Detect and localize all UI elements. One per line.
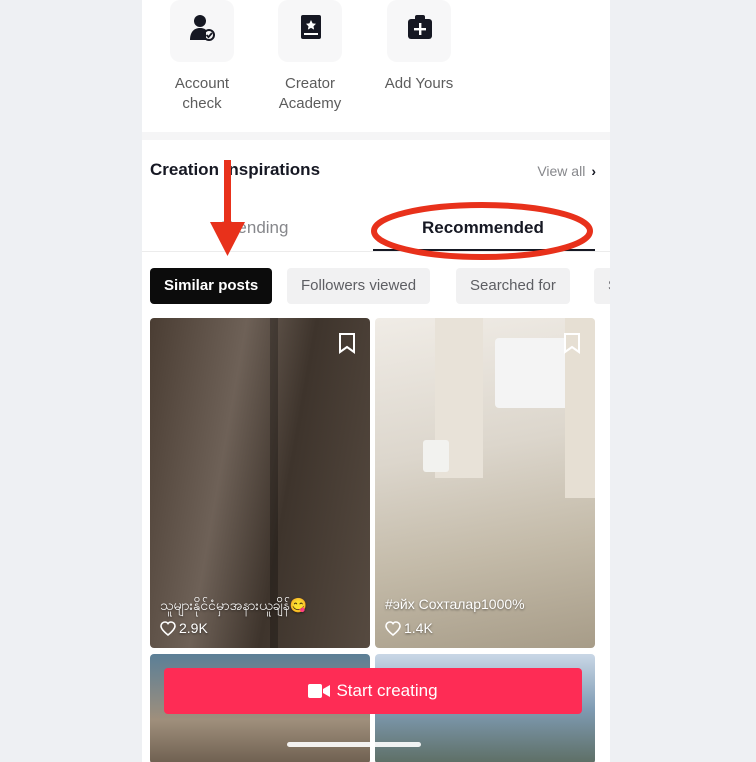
- heart-icon: [160, 621, 176, 637]
- video-camera-icon: [308, 684, 331, 698]
- chevron-right-icon: ›: [591, 163, 596, 179]
- start-creating-label: Start creating: [336, 681, 438, 700]
- filter-similar-posts[interactable]: Similar posts: [150, 268, 273, 304]
- section-title: Creation inspirations: [150, 160, 321, 179]
- filter-partial[interactable]: S: [594, 268, 610, 304]
- tab-divider: [142, 251, 610, 252]
- bookmark-icon[interactable]: [338, 332, 356, 354]
- account-check-icon: [170, 0, 234, 62]
- tool-creator-academy[interactable]: Creator Academy: [260, 0, 360, 114]
- tab-trending[interactable]: Trending: [222, 218, 288, 238]
- phone-screen: Account check Creator Academy Add Yours …: [142, 0, 610, 762]
- post-likes: 1.4K: [385, 620, 433, 637]
- room-plant-shape: [423, 440, 449, 472]
- tool-label-line2: Academy: [278, 95, 342, 112]
- likes-count: 1.4K: [404, 620, 433, 636]
- creator-tools-row: Account check Creator Academy Add Yours: [142, 0, 610, 132]
- tool-account-check[interactable]: Account check: [152, 0, 252, 114]
- tool-label-line2: check: [182, 95, 222, 112]
- tab-recommended[interactable]: Recommended: [422, 218, 544, 238]
- add-yours-icon: [387, 0, 451, 62]
- tool-label-line1: Add Yours: [384, 75, 454, 92]
- creator-academy-icon: [278, 0, 342, 62]
- view-all-link[interactable]: View all ›: [537, 163, 596, 179]
- post-card[interactable]: သူများနိုင်ငံမှာအနားယူချိန်😋 2.9K: [150, 318, 370, 648]
- view-all-label: View all: [537, 163, 586, 179]
- post-caption: သူများနိုင်ငံမှာအနားယူချိန်😋: [160, 597, 308, 613]
- heart-icon: [385, 621, 401, 637]
- post-caption: #эйх Сохталар1000%: [385, 596, 525, 612]
- post-card[interactable]: #эйх Сохталар1000% 1.4K: [375, 318, 595, 648]
- section-separator: [142, 132, 610, 140]
- filter-followers-viewed[interactable]: Followers viewed: [287, 268, 431, 304]
- post-likes: 2.9K: [160, 620, 208, 637]
- start-creating-button[interactable]: Start creating: [164, 668, 582, 714]
- likes-count: 2.9K: [179, 620, 208, 636]
- tool-add-yours[interactable]: Add Yours: [369, 0, 469, 94]
- home-indicator: [287, 742, 421, 747]
- bookmark-icon[interactable]: [563, 332, 581, 354]
- filter-searched-for[interactable]: Searched for: [456, 268, 570, 304]
- tool-label-line1: Account: [174, 75, 230, 92]
- tool-label-line1: Creator: [284, 75, 336, 92]
